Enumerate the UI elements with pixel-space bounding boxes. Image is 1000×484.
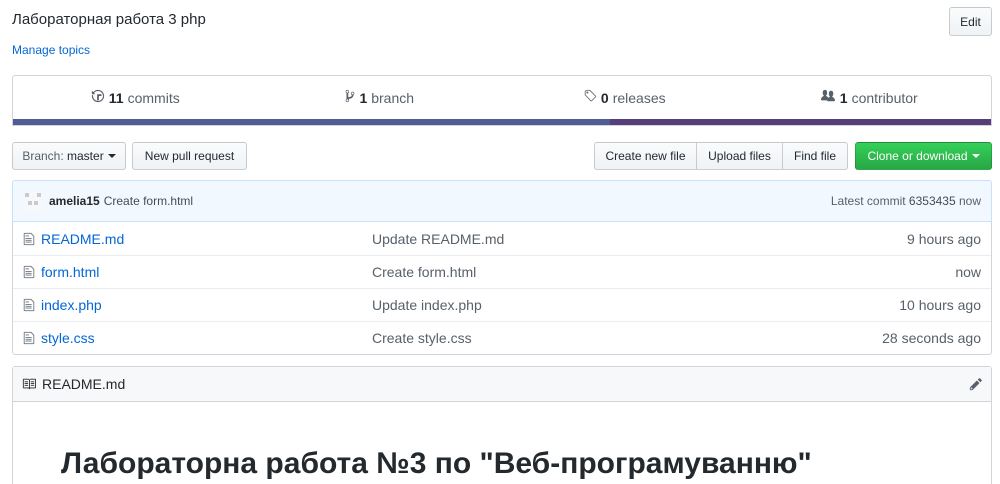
branch-name: master [67, 149, 104, 163]
file-list: README.md Update README.md 9 hours ago f… [12, 222, 992, 355]
branches-link[interactable]: 1 branch [258, 76, 503, 119]
find-file-button[interactable]: Find file [782, 142, 848, 170]
pencil-icon[interactable] [969, 377, 983, 391]
file-row: form.html Create form.html now [13, 255, 991, 288]
file-icon [23, 331, 37, 345]
clone-download-button[interactable]: Clone or download [855, 142, 992, 170]
new-pull-request-button[interactable]: New pull request [132, 142, 247, 170]
people-icon [820, 89, 836, 106]
latest-commit-label: Latest commit [830, 194, 906, 208]
file-name-link[interactable]: form.html [41, 264, 372, 280]
repo-summary: 11 commits 1 branch 0 releases 1 contrib… [12, 75, 992, 126]
readme-filename: README.md [42, 376, 126, 392]
file-commit-message[interactable]: Update index.php [372, 297, 899, 313]
commits-label: commits [127, 89, 180, 106]
readme-heading: Лабораторна работа №3 по "Веб-програмува… [61, 447, 812, 480]
manage-topics-link[interactable]: Manage topics [12, 43, 90, 57]
latest-commit-bar: amelia15 Create form.html Latest commit … [12, 180, 992, 222]
branch-count: 1 [359, 89, 368, 106]
repo-description: Лабораторная работа 3 php [12, 11, 206, 28]
language-bar[interactable] [13, 119, 991, 125]
file-age: 9 hours ago [907, 230, 981, 247]
file-icon [23, 265, 37, 279]
commit-sha[interactable]: 6353435 [909, 194, 956, 208]
readme-header: README.md [13, 367, 991, 402]
releases-label: releases [612, 89, 666, 106]
file-age: 10 hours ago [899, 297, 981, 313]
clone-label: Clone or download [867, 149, 968, 163]
history-icon [91, 89, 105, 106]
branch-select-button[interactable]: Branch: master [12, 142, 126, 170]
readme-panel: README.md Лабораторна работа №3 по "Веб-… [12, 366, 992, 484]
commit-age: now [958, 194, 981, 208]
file-row: index.php Update index.php 10 hours ago [13, 288, 991, 321]
file-icon [23, 298, 37, 312]
file-name-link[interactable]: style.css [41, 330, 372, 346]
commits-count: 11 [108, 89, 124, 106]
contributors-count: 1 [839, 89, 848, 106]
releases-count: 0 [600, 89, 609, 106]
tag-icon [583, 89, 597, 106]
avatar[interactable] [23, 191, 43, 211]
file-row: README.md Update README.md 9 hours ago [13, 222, 991, 255]
commits-link[interactable]: 11 commits [13, 76, 258, 119]
commit-author[interactable]: amelia15 [49, 194, 100, 208]
book-icon [21, 377, 37, 391]
file-name-link[interactable]: README.md [41, 231, 372, 247]
file-icon [23, 232, 37, 246]
branch-label: branch [371, 89, 415, 106]
language-segment-php[interactable] [13, 119, 610, 125]
file-commit-message[interactable]: Create style.css [372, 330, 882, 346]
latest-commit-info: Latest commit 6353435 now [831, 194, 981, 208]
caret-down-icon [107, 154, 116, 158]
caret-down-icon [971, 154, 980, 158]
file-age: now [955, 264, 981, 280]
releases-link[interactable]: 0 releases [502, 76, 747, 119]
edit-description-button[interactable]: Edit [949, 7, 992, 36]
language-segment-css[interactable] [609, 119, 991, 125]
file-commit-message[interactable]: Update README.md [372, 231, 907, 247]
file-actions-group: Create new file Upload files Find file [594, 142, 848, 170]
commit-message[interactable]: Create form.html [104, 194, 193, 208]
git-branch-icon [345, 89, 355, 106]
file-navigation: Branch: master New pull request Create n… [12, 142, 992, 170]
file-row: style.css Create style.css 28 seconds ag… [13, 321, 991, 354]
create-new-file-button[interactable]: Create new file [594, 142, 697, 170]
branch-prefix: Branch: [22, 149, 64, 163]
file-age: 28 seconds ago [882, 330, 981, 346]
file-commit-message[interactable]: Create form.html [372, 264, 955, 280]
contributors-label: contributor [851, 89, 918, 106]
file-name-link[interactable]: index.php [41, 297, 372, 313]
contributors-link[interactable]: 1 contributor [747, 76, 992, 119]
upload-files-button[interactable]: Upload files [696, 142, 783, 170]
